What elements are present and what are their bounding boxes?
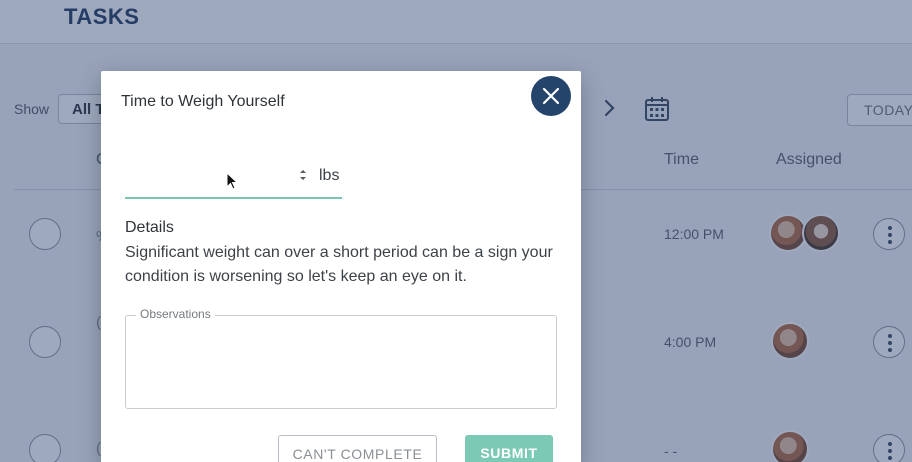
observations-label: Observations bbox=[136, 307, 215, 321]
observations-input[interactable] bbox=[136, 328, 546, 400]
weigh-yourself-dialog: Time to Weigh Yourself lbs Details Signi… bbox=[101, 71, 581, 462]
cursor-icon bbox=[226, 172, 238, 190]
details-label: Details bbox=[125, 219, 174, 236]
spinner-icon[interactable] bbox=[298, 167, 308, 183]
close-button[interactable] bbox=[531, 76, 571, 116]
observations-field: Observations bbox=[125, 307, 557, 409]
details-text: Significant weight can over a short peri… bbox=[125, 244, 553, 285]
dialog-title: Time to Weigh Yourself bbox=[121, 93, 285, 110]
cant-complete-button[interactable]: CAN'T COMPLETE bbox=[278, 435, 437, 462]
weight-input[interactable] bbox=[125, 165, 295, 191]
weight-unit: lbs bbox=[319, 167, 340, 184]
submit-button[interactable]: SUBMIT bbox=[465, 435, 553, 462]
close-icon bbox=[542, 87, 560, 105]
